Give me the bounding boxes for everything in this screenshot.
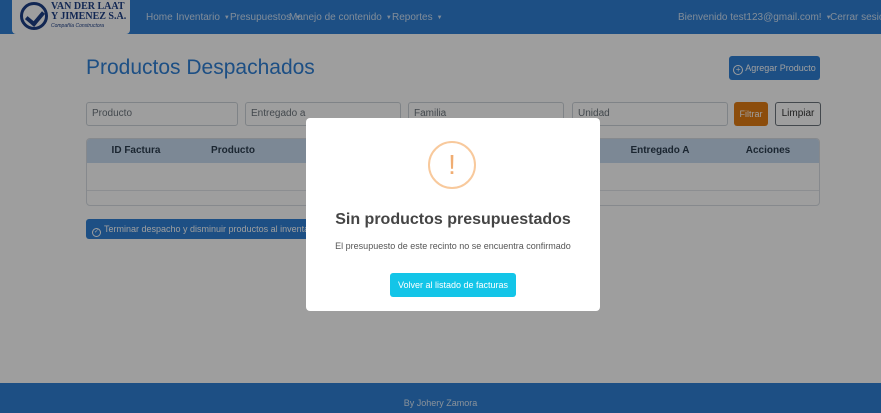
- alert-modal: ! Sin productos presupuestados El presup…: [306, 118, 600, 311]
- modal-title: Sin productos presupuestados: [335, 211, 571, 228]
- back-to-invoices-button[interactable]: Volver al listado de facturas: [390, 273, 516, 297]
- modal-message: El presupuesto de este recinto no se enc…: [335, 241, 571, 251]
- warning-icon: !: [428, 141, 476, 189]
